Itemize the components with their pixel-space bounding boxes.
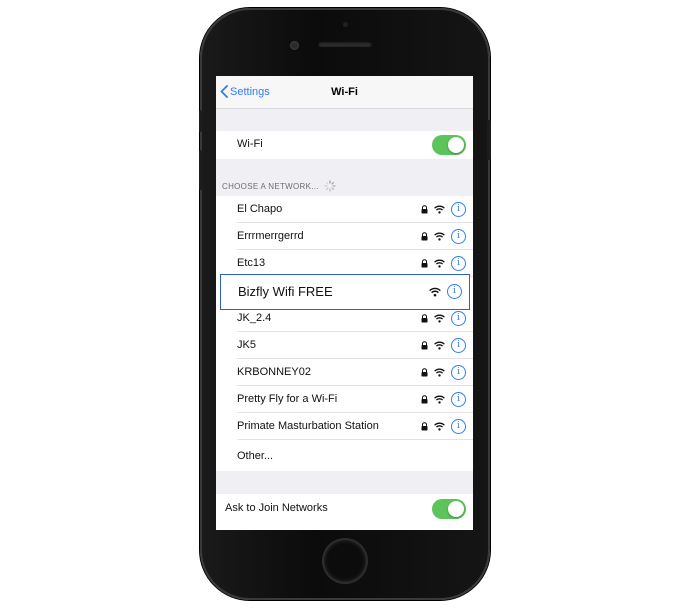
network-name: El Chapo (237, 203, 283, 215)
volume-button (199, 150, 202, 190)
lock-icon (421, 314, 428, 323)
section-header: CHOOSE A NETWORK... (222, 180, 336, 192)
lock-icon (421, 205, 428, 214)
wifi-signal-icon (434, 314, 445, 323)
volume-button (199, 110, 202, 132)
wifi-signal-icon (434, 259, 445, 268)
network-name: KRBONNEY02 (237, 366, 311, 378)
proximity-sensor (343, 22, 348, 27)
ask-to-join-group: Ask to Join Networks (216, 494, 473, 530)
network-row[interactable]: JK5 i (216, 332, 473, 359)
loading-spinner-icon (324, 180, 336, 192)
toggle-knob (448, 501, 464, 517)
info-icon[interactable]: i (451, 365, 466, 380)
earpiece-speaker (318, 41, 372, 47)
toggle-knob (448, 137, 464, 153)
front-camera (290, 41, 299, 50)
navigation-bar: Settings Wi-Fi (216, 76, 473, 109)
network-list: El Chapo i Errrmerrgerrd i Etc13 i JK_2.… (216, 196, 473, 471)
other-network-label: Other... (237, 450, 274, 462)
side-button (487, 120, 491, 160)
network-row[interactable]: El Chapo i (216, 196, 473, 223)
lock-icon (421, 395, 428, 404)
info-icon[interactable]: i (451, 256, 466, 271)
info-icon[interactable]: i (451, 338, 466, 353)
lock-icon (421, 341, 428, 350)
network-row[interactable]: Primate Masturbation Station i (216, 413, 473, 440)
network-row[interactable]: Errrmerrgerrd i (216, 223, 473, 250)
page-title: Wi-Fi (331, 86, 358, 98)
other-network-row[interactable]: Other... (216, 440, 473, 471)
network-row[interactable]: Etc13 i (216, 250, 473, 277)
network-name: JK_2.4 (237, 312, 272, 324)
ask-to-join-toggle[interactable] (432, 499, 466, 519)
network-name: Errrmerrgerrd (237, 230, 304, 242)
home-button[interactable] (324, 540, 366, 582)
wifi-signal-icon (434, 341, 445, 350)
highlighted-network-row[interactable]: Bizfly Wifi FREE i (220, 274, 470, 310)
wifi-toggle-group: Wi-Fi (216, 131, 473, 159)
section-header-label: CHOOSE A NETWORK... (222, 181, 319, 191)
wifi-toggle-row: Wi-Fi (216, 131, 473, 159)
info-icon[interactable]: i (447, 284, 462, 299)
lock-icon (421, 232, 428, 241)
wifi-signal-icon (434, 205, 445, 214)
wifi-signal-icon (434, 422, 445, 431)
wifi-signal-icon (434, 395, 445, 404)
info-icon[interactable]: i (451, 419, 466, 434)
network-name: Primate Masturbation Station (237, 420, 379, 432)
wifi-signal-icon (429, 287, 441, 296)
wifi-signal-icon (434, 232, 445, 241)
info-icon[interactable]: i (451, 392, 466, 407)
network-name: Pretty Fly for a Wi-Fi (237, 393, 338, 405)
network-row[interactable]: KRBONNEY02 i (216, 359, 473, 386)
lock-icon (421, 368, 428, 377)
network-name: JK5 (237, 339, 256, 351)
network-name: Etc13 (237, 257, 266, 269)
network-row[interactable]: Pretty Fly for a Wi-Fi i (216, 386, 473, 413)
network-name: Bizfly Wifi FREE (238, 284, 333, 299)
info-icon[interactable]: i (451, 202, 466, 217)
wifi-toggle[interactable] (432, 135, 466, 155)
wifi-toggle-label: Wi-Fi (237, 138, 263, 150)
lock-icon (421, 422, 428, 431)
ask-to-join-row: Ask to Join Networks (216, 494, 473, 524)
info-icon[interactable]: i (451, 229, 466, 244)
wifi-signal-icon (434, 368, 445, 377)
info-icon[interactable]: i (451, 311, 466, 326)
ask-to-join-label: Ask to Join Networks (225, 502, 328, 514)
lock-icon (421, 259, 428, 268)
